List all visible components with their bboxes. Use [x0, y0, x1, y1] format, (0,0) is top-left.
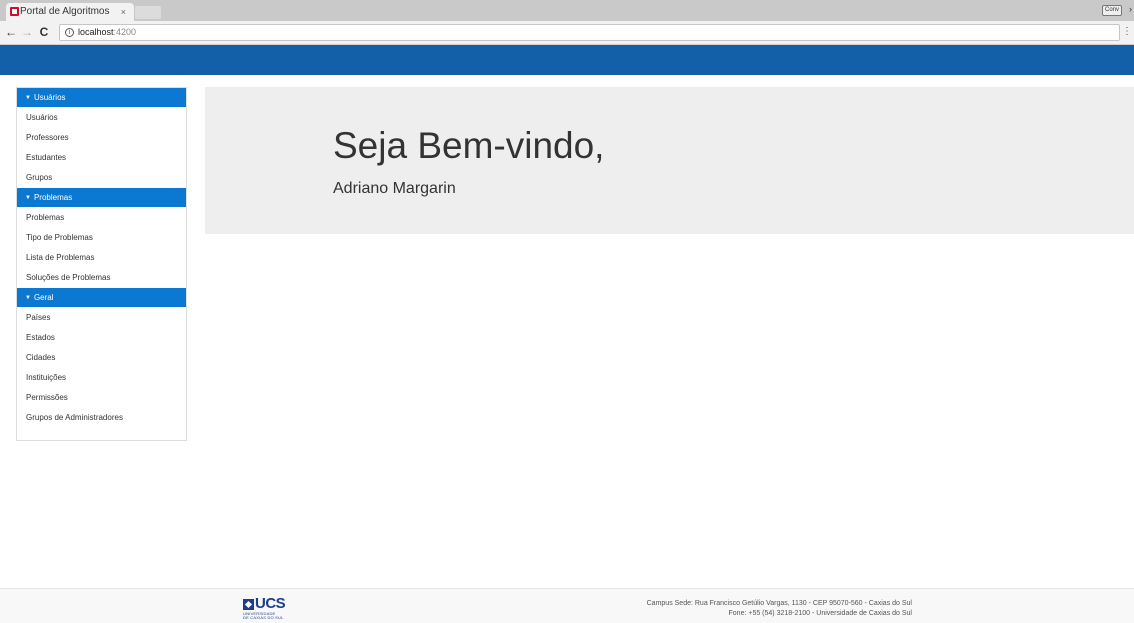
sidebar-group-usuarios[interactable]: ▼ Usuários — [17, 88, 186, 107]
info-icon[interactable]: i — [65, 28, 74, 37]
welcome-user-name: Adriano Margarin — [333, 180, 456, 197]
sidebar-group-problemas[interactable]: ▼ Problemas — [17, 188, 186, 207]
footer-phone: Fone: +55 (54) 3218-2100 - Universidade … — [728, 610, 912, 617]
tab-title: Portal de Algoritmos — [20, 6, 110, 17]
sidebar-item-permissoes[interactable]: Permissões — [17, 388, 186, 408]
ucs-logo-subtitle: UNIVERSIDADE DE CAXIAS DO SUL — [243, 611, 284, 620]
url-host: localhost — [78, 27, 114, 37]
url-port: :4200 — [113, 27, 137, 37]
sidebar-item-instituicoes[interactable]: Instituições — [17, 368, 186, 388]
sidebar-item-grupos[interactable]: Grupos — [17, 168, 186, 188]
new-tab-button[interactable] — [135, 6, 161, 19]
favicon-icon — [10, 7, 19, 16]
reload-icon[interactable]: C — [37, 25, 51, 39]
sidebar: ▼ Usuários Usuários Professores Estudante… — [16, 87, 187, 441]
browser-toolbar: ← → C i localhost:4200 ⋮ — [0, 21, 1134, 45]
sidebar-item-paises[interactable]: Países — [17, 307, 186, 328]
back-icon[interactable]: ← — [4, 25, 18, 39]
ucs-logo: UCS UNIVERSIDADE DE CAXIAS DO SUL — [243, 595, 291, 622]
caret-down-icon: ▼ — [25, 195, 31, 201]
sidebar-item-estados[interactable]: Estados — [17, 328, 186, 348]
sidebar-item-lista-de-problemas[interactable]: Lista de Problemas — [17, 248, 186, 268]
footer-address: Campus Sede: Rua Francisco Getúlio Varga… — [646, 600, 912, 607]
profile-arrow-icon: › — [1129, 4, 1132, 14]
browser-tabstrip: Portal de Algoritmos × Conv › — [0, 0, 1134, 21]
address-bar[interactable]: i localhost:4200 — [59, 24, 1120, 41]
welcome-title: Seja Bem-vindo, — [333, 125, 605, 166]
caret-down-icon: ▼ — [25, 95, 31, 101]
sidebar-item-cidades[interactable]: Cidades — [17, 348, 186, 368]
sidebar-item-tipo-de-problemas[interactable]: Tipo de Problemas — [17, 228, 186, 248]
ucs-logo-icon — [243, 599, 254, 610]
sidebar-item-solucoes-de-problemas[interactable]: Soluções de Problemas — [17, 268, 186, 288]
sidebar-group-geral[interactable]: ▼ Geral — [17, 288, 186, 307]
ucs-logo-text: UCS — [255, 595, 286, 612]
caret-down-icon: ▼ — [25, 295, 31, 301]
sidebar-item-professores[interactable]: Professores — [17, 128, 186, 148]
tab-close-icon[interactable]: × — [121, 3, 126, 21]
welcome-jumbotron: Seja Bem-vindo, Adriano Margarin — [205, 87, 1134, 234]
profile-button[interactable]: Conv — [1102, 5, 1122, 16]
sidebar-item-usuarios[interactable]: Usuários — [17, 107, 186, 128]
footer: UCS UNIVERSIDADE DE CAXIAS DO SUL Campus … — [0, 588, 1134, 623]
sidebar-item-grupos-de-administradores[interactable]: Grupos de Administradores — [17, 408, 186, 428]
browser-menu-icon[interactable]: ⋮ — [1122, 26, 1132, 37]
app-header — [0, 45, 1134, 75]
forward-icon[interactable]: → — [20, 25, 34, 39]
footer-contact: Campus Sede: Rua Francisco Getúlio Varga… — [647, 599, 912, 619]
sidebar-item-estudantes[interactable]: Estudantes — [17, 148, 186, 168]
browser-tab[interactable]: Portal de Algoritmos × — [6, 3, 134, 21]
sidebar-item-problemas[interactable]: Problemas — [17, 207, 186, 228]
